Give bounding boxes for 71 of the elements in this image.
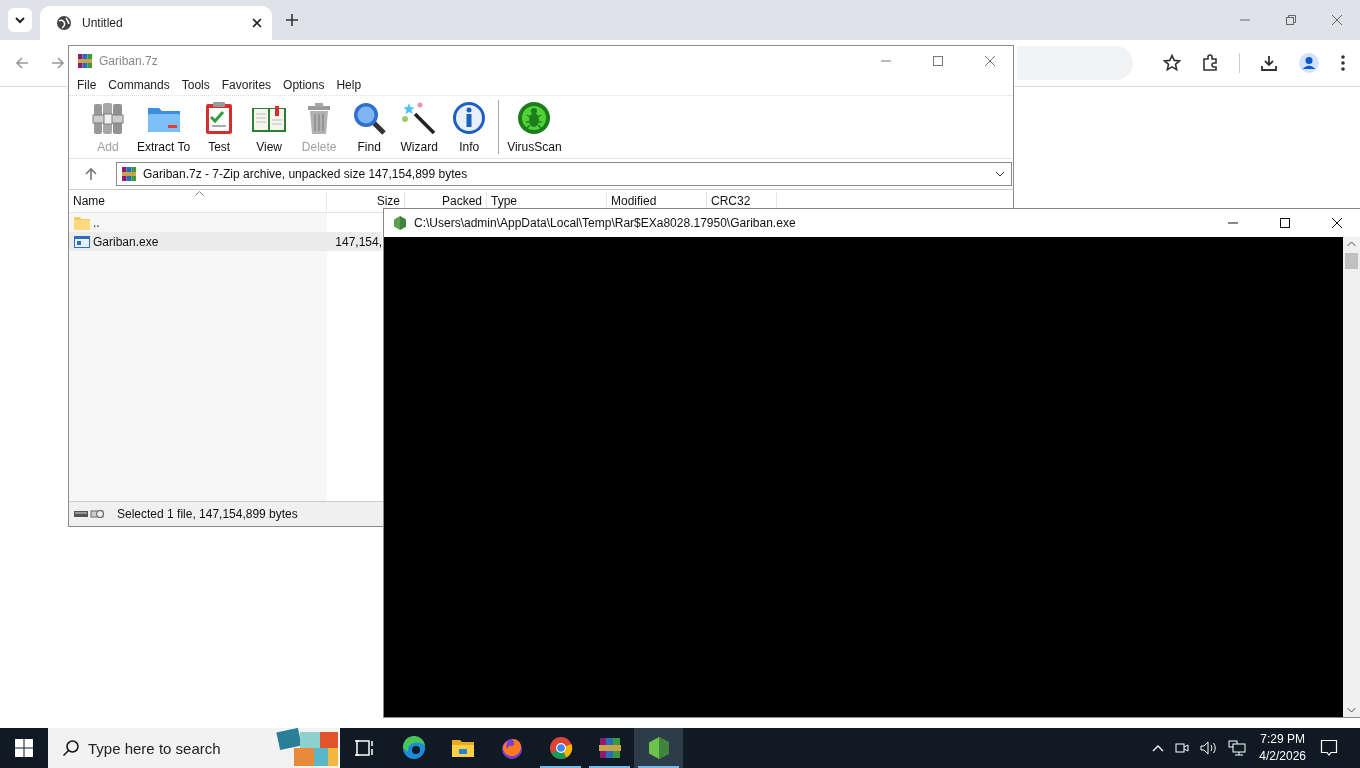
tab-search-button[interactable] bbox=[8, 8, 32, 32]
file-name: Gariban.exe bbox=[93, 234, 159, 249]
menu-item[interactable]: File bbox=[77, 78, 97, 92]
globe-icon bbox=[56, 15, 72, 31]
tab-title: Untitled bbox=[82, 16, 124, 30]
puzzle-icon bbox=[276, 728, 340, 768]
toolbar-button[interactable]: Info bbox=[444, 100, 495, 154]
clock[interactable]: 7:29 PM 4/2/2026 bbox=[1259, 731, 1306, 765]
menu-icon[interactable] bbox=[1340, 54, 1346, 72]
restore-icon[interactable] bbox=[1285, 14, 1297, 26]
search-bar[interactable]: Type here to search bbox=[48, 728, 340, 768]
application-icon bbox=[74, 234, 90, 249]
archive-stack-icon bbox=[597, 736, 622, 760]
browser-tab[interactable]: Untitled bbox=[40, 6, 272, 40]
window-title: C:\Users\admin\AppData\Local\Temp\Rar$EXa8028.17950\Gariban.exe bbox=[414, 216, 796, 230]
search-icon bbox=[351, 100, 388, 136]
star-icon[interactable] bbox=[1163, 54, 1181, 72]
bug-icon bbox=[516, 100, 553, 136]
up-arrow-icon[interactable] bbox=[84, 167, 98, 181]
notification-icon[interactable] bbox=[1320, 739, 1338, 757]
windows-logo-icon bbox=[15, 739, 33, 757]
toolbar-button[interactable]: Find bbox=[344, 100, 395, 154]
maximize-icon[interactable] bbox=[1279, 217, 1291, 229]
profile-icon[interactable] bbox=[1298, 52, 1320, 74]
window-title: Gariban.7z bbox=[99, 53, 158, 68]
file-row[interactable]: .. bbox=[69, 213, 382, 232]
camera-icon[interactable] bbox=[1174, 740, 1191, 756]
toolbar-button[interactable]: Test bbox=[194, 100, 245, 154]
menu-item[interactable]: Options bbox=[283, 78, 325, 92]
status-text: Selected 1 file, 147,154,899 bytes bbox=[117, 507, 298, 521]
archive-stack-icon bbox=[121, 166, 137, 182]
close-icon[interactable] bbox=[1331, 217, 1343, 229]
search-icon bbox=[62, 739, 80, 757]
wand-icon bbox=[401, 100, 438, 136]
hexagon-icon bbox=[392, 215, 408, 231]
file-size: 147,154, bbox=[335, 234, 382, 249]
toolbar-button[interactable]: View bbox=[244, 100, 295, 154]
search-field[interactable]: Type here to search bbox=[88, 739, 268, 757]
network-icon[interactable] bbox=[1228, 740, 1247, 756]
file-row[interactable]: Gariban.exe 147,154, bbox=[69, 232, 382, 251]
puzzle-piece-icon[interactable] bbox=[1201, 54, 1219, 72]
drive-icon bbox=[73, 508, 107, 520]
path-dropdown[interactable]: Gariban.7z - 7-Zip archive, unpacked size 147,154,899 bytes bbox=[116, 162, 1012, 186]
toolbar-button[interactable]: Wizard bbox=[394, 100, 445, 154]
menu-item[interactable]: Favorites bbox=[221, 78, 272, 92]
menu-item[interactable]: Tools bbox=[181, 78, 210, 92]
taskbar-button[interactable] bbox=[634, 728, 683, 768]
hexagon-icon bbox=[646, 736, 671, 760]
chrome-icon bbox=[548, 736, 573, 760]
scrollbar-thumb[interactable] bbox=[1345, 253, 1358, 269]
menu-item[interactable]: Commands bbox=[108, 78, 170, 92]
info-icon bbox=[451, 100, 488, 136]
archive-stack-icon bbox=[90, 100, 126, 136]
new-tab-icon[interactable] bbox=[286, 14, 298, 26]
forward-icon[interactable] bbox=[50, 55, 66, 71]
scrollbar[interactable] bbox=[1343, 237, 1360, 717]
archive-stack-icon bbox=[77, 52, 93, 69]
file-name: .. bbox=[93, 215, 100, 230]
toolbar-button[interactable]: Extract To bbox=[133, 100, 195, 154]
column-header[interactable]: Name bbox=[69, 192, 327, 212]
back-icon[interactable] bbox=[14, 55, 30, 71]
menu-item[interactable]: Help bbox=[336, 78, 362, 92]
close-icon[interactable] bbox=[252, 18, 262, 28]
chevron-down-icon bbox=[14, 14, 26, 26]
caret-icon bbox=[995, 171, 1005, 177]
download-icon[interactable] bbox=[1260, 54, 1278, 72]
edge-icon bbox=[401, 736, 426, 760]
toolbar-button[interactable]: VirusScan bbox=[503, 100, 566, 154]
volume-icon[interactable] bbox=[1200, 740, 1219, 756]
chevron-up-icon[interactable] bbox=[1152, 744, 1165, 752]
firefox-icon bbox=[499, 736, 524, 760]
